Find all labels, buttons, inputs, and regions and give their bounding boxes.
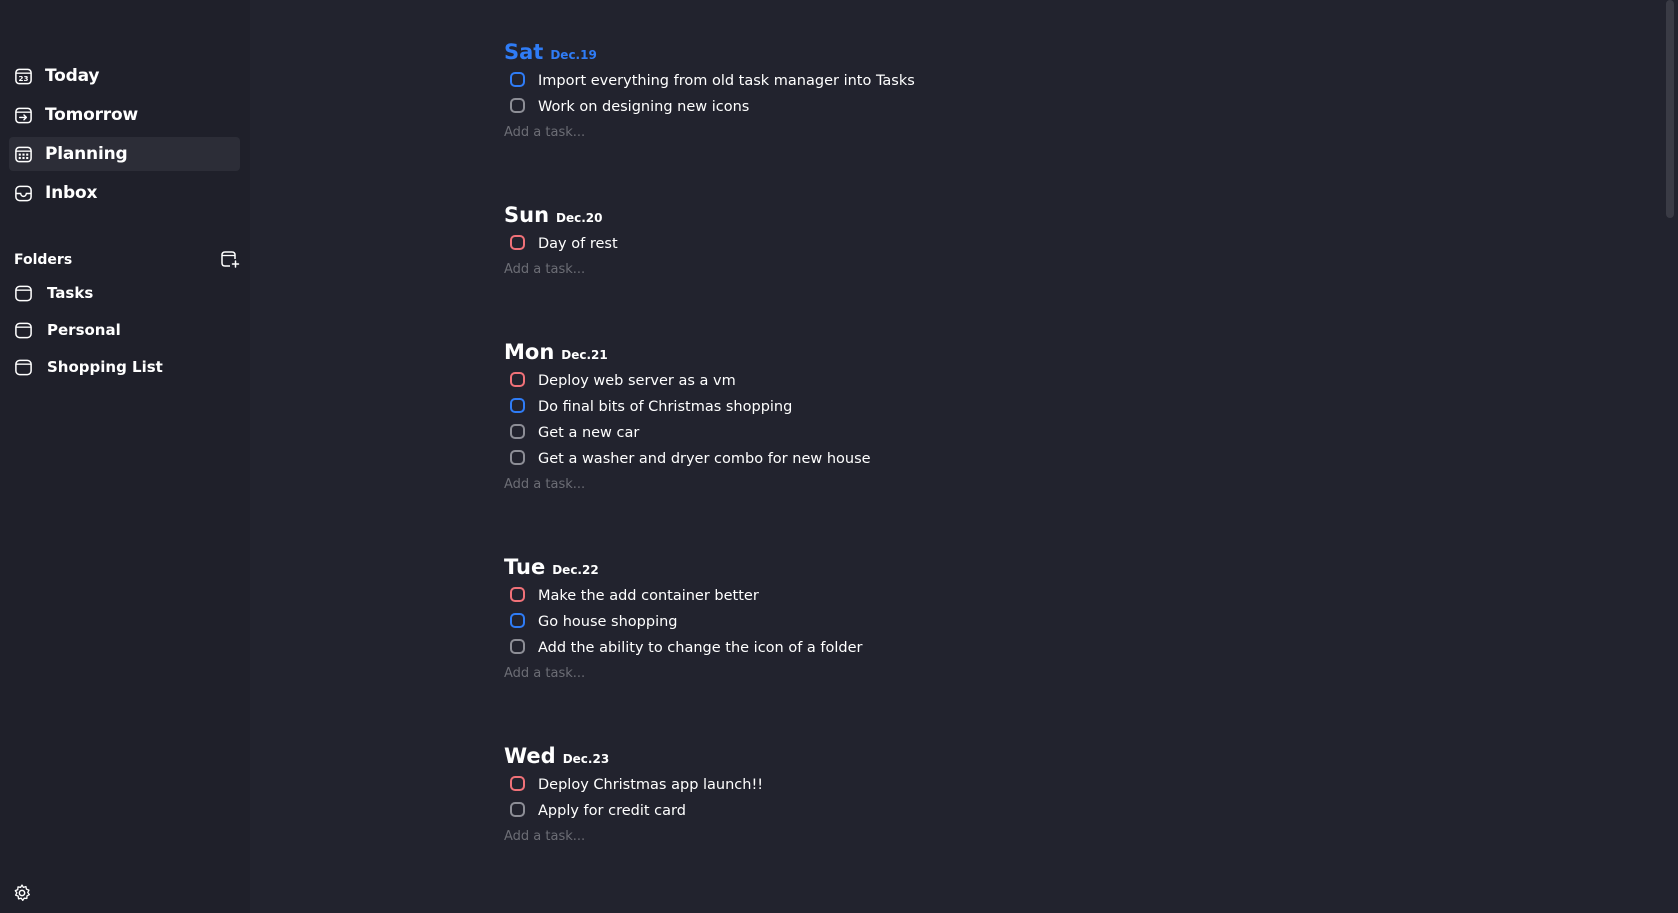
day-name: Mon <box>504 340 555 364</box>
nav-item-today[interactable]: 23 Today <box>9 59 240 93</box>
task-text: Work on designing new icons <box>538 99 750 115</box>
task-checkbox[interactable] <box>510 802 525 817</box>
folder-label: Tasks <box>47 284 94 302</box>
calendar-grid-icon <box>14 145 33 164</box>
day-date: Dec.22 <box>552 563 599 577</box>
day-section-tue: Tue Dec.22 Make the add container better Go… <box>504 555 1204 687</box>
folder-icon <box>14 284 33 303</box>
folder-label: Personal <box>47 321 121 339</box>
task-text: Day of rest <box>538 236 618 252</box>
scrollbar[interactable] <box>1660 0 1678 913</box>
add-folder-icon[interactable] <box>220 249 240 269</box>
folder-label: Shopping List <box>47 358 163 376</box>
calendar-today-icon: 23 <box>14 67 33 86</box>
task-text: Get a washer and dryer combo for new hou… <box>538 451 871 467</box>
nav-label-inbox: Inbox <box>45 183 98 203</box>
add-task-input[interactable]: Add a task... <box>504 824 1204 850</box>
folder-icon <box>14 358 33 377</box>
folder-item-personal[interactable]: Personal <box>9 315 240 345</box>
day-date: Dec.21 <box>561 348 608 362</box>
task-text: Import everything from old task manager … <box>538 73 915 89</box>
task-item[interactable]: Go house shopping <box>510 609 1204 635</box>
folder-item-shopping-list[interactable]: Shopping List <box>9 352 240 382</box>
task-text: Deploy Christmas app launch!! <box>538 777 764 793</box>
folders-heading: Folders <box>14 252 73 268</box>
task-item[interactable]: Import everything from old task manager … <box>510 68 1204 94</box>
day-header: Mon Dec.21 <box>504 340 1204 368</box>
sidebar: 23 Today Tomorrow Planning Inbox Folders… <box>0 0 250 913</box>
task-checkbox[interactable] <box>510 398 525 413</box>
add-task-input[interactable]: Add a task... <box>504 472 1204 498</box>
scrollbar-thumb[interactable] <box>1666 0 1674 218</box>
task-text: Add the ability to change the icon of a … <box>538 640 863 656</box>
task-item[interactable]: Apply for credit card <box>510 798 1204 824</box>
task-checkbox[interactable] <box>510 613 525 628</box>
task-item[interactable]: Get a washer and dryer combo for new hou… <box>510 446 1204 472</box>
day-date: Dec.19 <box>550 48 597 62</box>
gear-icon[interactable] <box>12 883 32 903</box>
folder-item-tasks[interactable]: Tasks <box>9 278 240 308</box>
task-text: Do final bits of Christmas shopping <box>538 399 793 415</box>
task-text: Make the add container better <box>538 588 759 604</box>
day-header: Tue Dec.22 <box>504 555 1204 583</box>
day-name: Sun <box>504 203 550 227</box>
nav-item-inbox[interactable]: Inbox <box>9 176 240 210</box>
nav-label-planning: Planning <box>45 144 128 164</box>
day-section-wed: Wed Dec.23 Deploy Christmas app launch!! Ap… <box>504 744 1204 850</box>
task-checkbox[interactable] <box>510 587 525 602</box>
nav-item-planning[interactable]: Planning <box>9 137 240 171</box>
task-checkbox[interactable] <box>510 235 525 250</box>
day-header: Sat Dec.19 <box>504 40 1204 68</box>
nav-item-tomorrow[interactable]: Tomorrow <box>9 98 240 132</box>
day-name: Sat <box>504 40 544 64</box>
nav-label-today: Today <box>45 66 100 86</box>
task-item[interactable]: Work on designing new icons <box>510 94 1204 120</box>
task-item[interactable]: Make the add container better <box>510 583 1204 609</box>
day-header: Wed Dec.23 <box>504 744 1204 772</box>
folder-icon <box>14 321 33 340</box>
calendar-arrow-icon <box>14 106 33 125</box>
add-task-input[interactable]: Add a task... <box>504 661 1204 687</box>
task-checkbox[interactable] <box>510 372 525 387</box>
task-item[interactable]: Add the ability to change the icon of a … <box>510 635 1204 661</box>
task-item[interactable]: Get a new car <box>510 420 1204 446</box>
task-text: Apply for credit card <box>538 803 686 819</box>
task-text: Deploy web server as a vm <box>538 373 736 389</box>
add-task-input[interactable]: Add a task... <box>504 120 1204 146</box>
today-icon-number: 23 <box>19 74 29 83</box>
task-item[interactable]: Day of rest <box>510 231 1204 257</box>
task-checkbox[interactable] <box>510 72 525 87</box>
day-name: Tue <box>504 555 546 579</box>
inbox-icon <box>14 184 33 203</box>
add-task-input[interactable]: Add a task... <box>504 257 1204 283</box>
day-section-sun: Sun Dec.20 Day of rest Add a task... <box>504 203 1204 283</box>
day-section-mon: Mon Dec.21 Deploy web server as a vm Do fin… <box>504 340 1204 498</box>
task-text: Get a new car <box>538 425 640 441</box>
task-item[interactable]: Deploy web server as a vm <box>510 368 1204 394</box>
task-checkbox[interactable] <box>510 639 525 654</box>
task-item[interactable]: Deploy Christmas app launch!! <box>510 772 1204 798</box>
task-text: Go house shopping <box>538 614 678 630</box>
planning-main: Sat Dec.19 Import everything from old task… <box>250 0 1660 913</box>
day-name: Wed <box>504 744 556 768</box>
nav-label-tomorrow: Tomorrow <box>45 105 138 125</box>
day-section-sat: Sat Dec.19 Import everything from old task… <box>504 40 1204 146</box>
day-date: Dec.20 <box>556 211 603 225</box>
task-checkbox[interactable] <box>510 776 525 791</box>
task-checkbox[interactable] <box>510 424 525 439</box>
day-date: Dec.23 <box>562 752 610 766</box>
task-checkbox[interactable] <box>510 98 525 113</box>
day-header: Sun Dec.20 <box>504 203 1204 231</box>
task-checkbox[interactable] <box>510 450 525 465</box>
task-item[interactable]: Do final bits of Christmas shopping <box>510 394 1204 420</box>
